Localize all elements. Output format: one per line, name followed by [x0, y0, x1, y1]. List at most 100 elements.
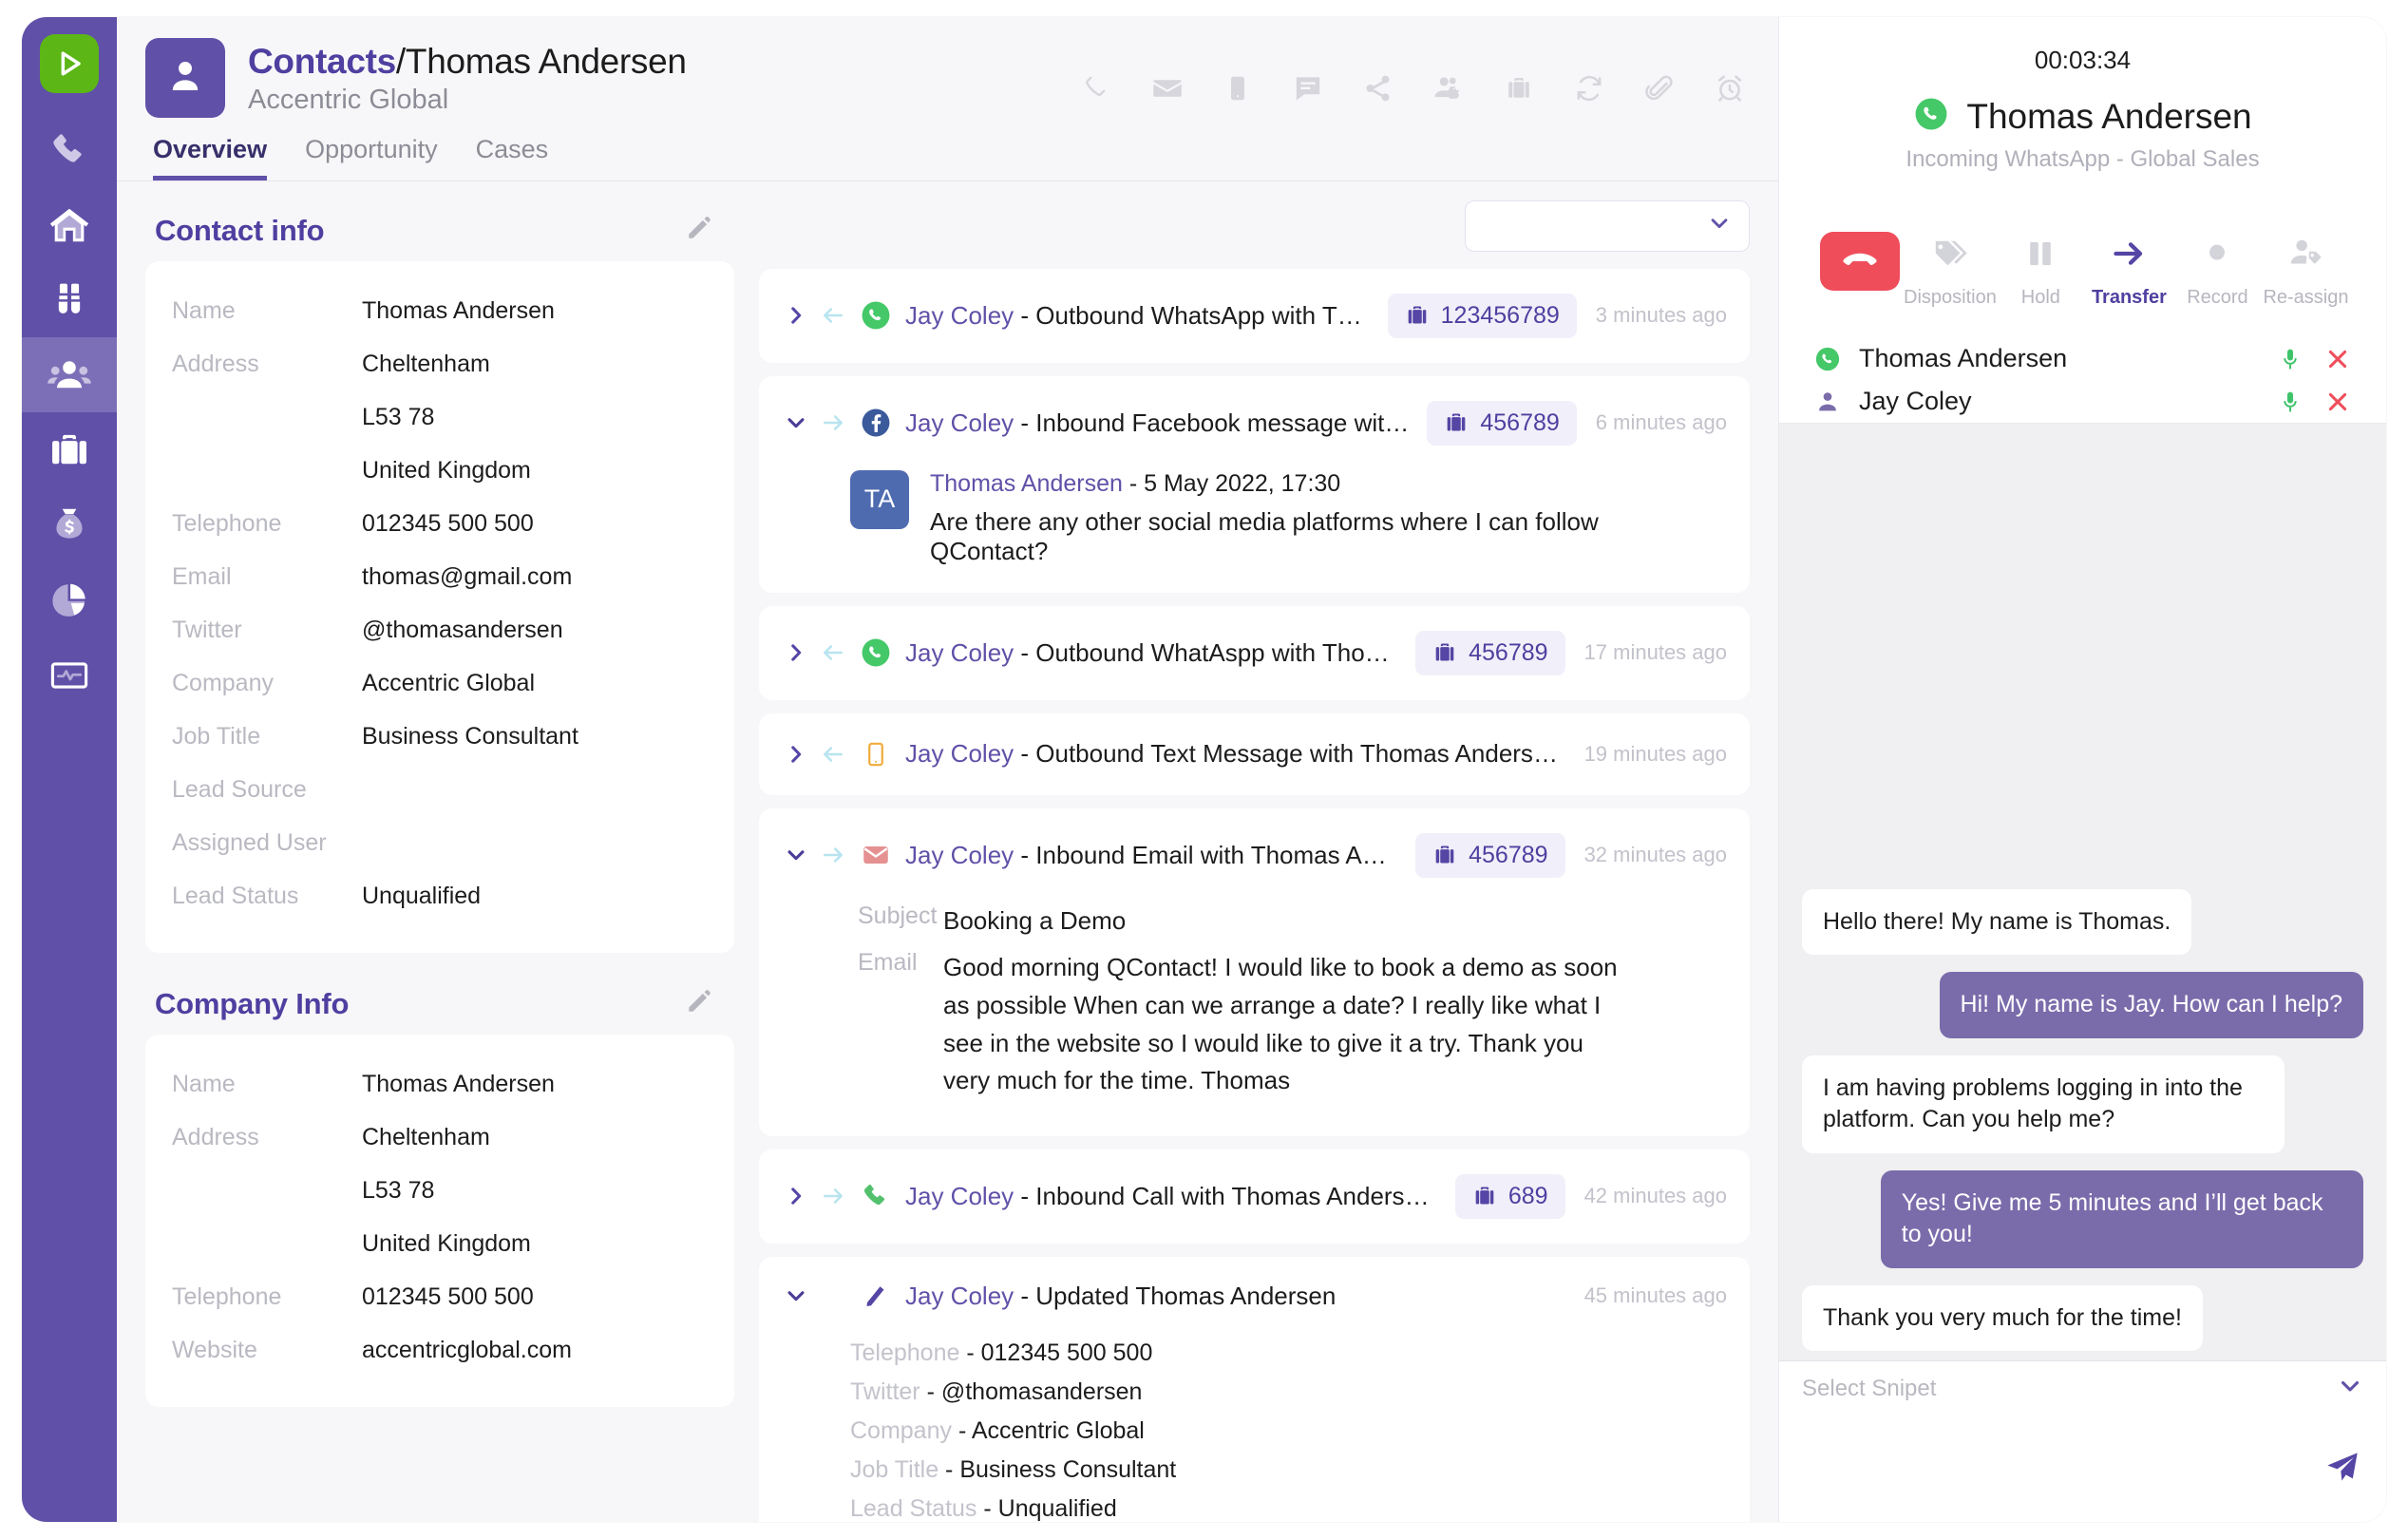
chevron-right-icon[interactable]	[780, 303, 812, 328]
envelope-icon[interactable]	[1151, 72, 1184, 104]
timeline-row[interactable]: Jay Coley - Outbound Text Message with T…	[759, 713, 1750, 795]
sidebar-item-search[interactable]	[22, 262, 117, 337]
info-value: accentricglobal.com	[362, 1336, 572, 1363]
sidebar-item-opportunities[interactable]	[22, 412, 117, 487]
phone-icon[interactable]	[1081, 72, 1113, 104]
tab-opportunity[interactable]: Opportunity	[305, 135, 438, 180]
info-row: Lead Source	[172, 765, 708, 814]
play-logo-icon[interactable]	[40, 34, 99, 93]
timeline-card[interactable]: Jay Coley - Inbound Call with Thomas And…	[759, 1149, 1750, 1244]
badge-value: 456789	[1480, 408, 1560, 436]
sidebar-item-reports[interactable]	[22, 562, 117, 637]
message-sender[interactable]: Thomas Andersen	[930, 470, 1123, 497]
share-icon[interactable]	[1362, 72, 1394, 104]
person-icon	[164, 55, 206, 102]
timeline-timestamp: 17 minutes ago	[1583, 640, 1727, 665]
timeline-filter-select[interactable]	[1465, 200, 1750, 252]
tab-cases[interactable]: Cases	[476, 135, 549, 180]
opportunity-badge[interactable]: 456789	[1415, 832, 1565, 878]
info-value: Thomas Andersen	[362, 296, 555, 324]
timeline-actor[interactable]: Jay Coley	[905, 638, 1014, 667]
timeline-row[interactable]: Jay Coley - Inbound Facebook message wit…	[759, 376, 1750, 470]
timeline-actor[interactable]: Jay Coley	[905, 408, 1014, 437]
timeline-card[interactable]: Jay Coley - Outbound WhatsApp with Thoma…	[759, 268, 1750, 363]
opportunity-badge[interactable]: 689	[1454, 1173, 1565, 1219]
timeline-row[interactable]: Jay Coley - Inbound Email with Thomas An…	[759, 808, 1750, 902]
sidebar-item-home[interactable]	[22, 187, 117, 262]
contact-info-header: Contact info	[145, 206, 734, 261]
mobile-icon[interactable]	[1222, 72, 1254, 104]
snippet-select[interactable]: Select Snipet	[1779, 1360, 2386, 1416]
chevron-right-icon[interactable]	[780, 1184, 812, 1208]
microphone-icon[interactable]	[2274, 390, 2306, 414]
disposition-label: Disposition	[1904, 287, 1997, 308]
chevron-down-icon[interactable]	[780, 1283, 812, 1308]
badge-value: 456789	[1469, 841, 1548, 868]
opportunity-badge[interactable]: 123456789	[1387, 293, 1577, 338]
close-x-icon[interactable]	[2322, 390, 2354, 414]
hold-button[interactable]: Hold	[1997, 232, 2085, 309]
timeline-actor[interactable]: Jay Coley	[905, 739, 1014, 768]
timeline-card[interactable]: Jay Coley - Inbound Facebook message wit…	[759, 375, 1750, 593]
timeline-actor[interactable]: Jay Coley	[905, 1182, 1014, 1210]
timeline-message-body: TA Thomas Andersen - 5 May 2022, 17:30 Are…	[759, 469, 1750, 593]
sidebar-item-sales[interactable]	[22, 487, 117, 562]
tab-overview[interactable]: Overview	[153, 135, 268, 180]
info-value: thomas@gmail.com	[362, 562, 573, 590]
chevron-down-icon[interactable]	[780, 410, 812, 435]
timeline-title: Jay Coley - Inbound Call with Thomas And…	[905, 1182, 1440, 1211]
timeline-card[interactable]: Jay Coley - Updated Thomas Andersen 45 mi…	[759, 1256, 1750, 1522]
send-paper-plane-icon[interactable]	[2323, 1448, 2361, 1491]
pencil-icon[interactable]	[685, 987, 713, 1020]
pencil-icon[interactable]	[685, 214, 713, 247]
info-value: United Kingdom	[362, 456, 531, 484]
briefcase-icon[interactable]	[1503, 72, 1535, 104]
chevron-right-icon[interactable]	[780, 742, 812, 767]
call-participants: Thomas Andersen Jay Coley	[1806, 337, 2360, 423]
message-composer[interactable]	[1779, 1416, 2386, 1522]
breadcrumb-root[interactable]: Contacts	[248, 42, 396, 81]
timeline-row[interactable]: Jay Coley - Updated Thomas Andersen 45 mi…	[759, 1257, 1750, 1336]
briefcase-icon	[48, 429, 90, 471]
opportunity-badge[interactable]: 456789	[1415, 630, 1565, 675]
reassign-button[interactable]: Re-assign	[2262, 232, 2350, 309]
timeline-actor[interactable]: Jay Coley	[905, 841, 1014, 869]
tab-overview-label: Overview	[153, 135, 268, 163]
timeline-row[interactable]: Jay Coley - Outbound WhatsApp with Thoma…	[759, 269, 1750, 363]
chevron-right-icon[interactable]	[780, 640, 812, 665]
timeline-row[interactable]: Jay Coley - Outbound WhatAspp with Thoma…	[759, 606, 1750, 700]
info-row: Address Cheltenham	[172, 1112, 708, 1162]
paperclip-icon[interactable]	[1643, 72, 1676, 104]
facebook-icon	[854, 407, 898, 439]
opportunity-badge[interactable]: 456789	[1427, 400, 1577, 446]
breadcrumb-separator: /	[395, 42, 406, 81]
whatsapp-icon	[1913, 96, 1949, 137]
timeline-actor[interactable]: Jay Coley	[905, 301, 1014, 330]
timeline-card[interactable]: Jay Coley - Outbound WhatAspp with Thoma…	[759, 605, 1750, 700]
alarm-clock-icon[interactable]	[1714, 72, 1746, 104]
users-settings-icon[interactable]	[1432, 72, 1465, 104]
disposition-button[interactable]: Disposition	[1904, 232, 1997, 309]
info-label	[172, 392, 362, 442]
timeline-row[interactable]: Jay Coley - Inbound Call with Thomas And…	[759, 1150, 1750, 1244]
refresh-icon[interactable]	[1573, 72, 1605, 104]
microphone-icon[interactable]	[2274, 347, 2306, 371]
timeline-card[interactable]: Jay Coley - Outbound Text Message with T…	[759, 712, 1750, 795]
call-timer: 00:03:34	[2034, 46, 2132, 74]
mobile-icon	[854, 738, 898, 770]
sidebar-item-phone[interactable]	[22, 112, 117, 187]
close-x-icon[interactable]	[2322, 347, 2354, 371]
record-button[interactable]: Record	[2173, 232, 2262, 309]
tab-opportunity-label: Opportunity	[305, 135, 438, 163]
timeline-actor[interactable]: Jay Coley	[905, 1282, 1014, 1310]
chevron-down-icon[interactable]	[780, 843, 812, 867]
hangup-button[interactable]	[1815, 232, 1904, 291]
transfer-button[interactable]: Transfer	[2085, 232, 2173, 309]
person-icon	[1811, 390, 1844, 414]
timeline-card[interactable]: Jay Coley - Inbound Email with Thomas An…	[759, 808, 1750, 1136]
whatsapp-icon	[854, 636, 898, 669]
sidebar-item-contacts[interactable]	[22, 337, 117, 412]
chat-icon[interactable]	[1292, 72, 1324, 104]
sidebar-item-analytics[interactable]	[22, 637, 117, 712]
info-row: Telephone 012345 500 500	[172, 499, 708, 548]
